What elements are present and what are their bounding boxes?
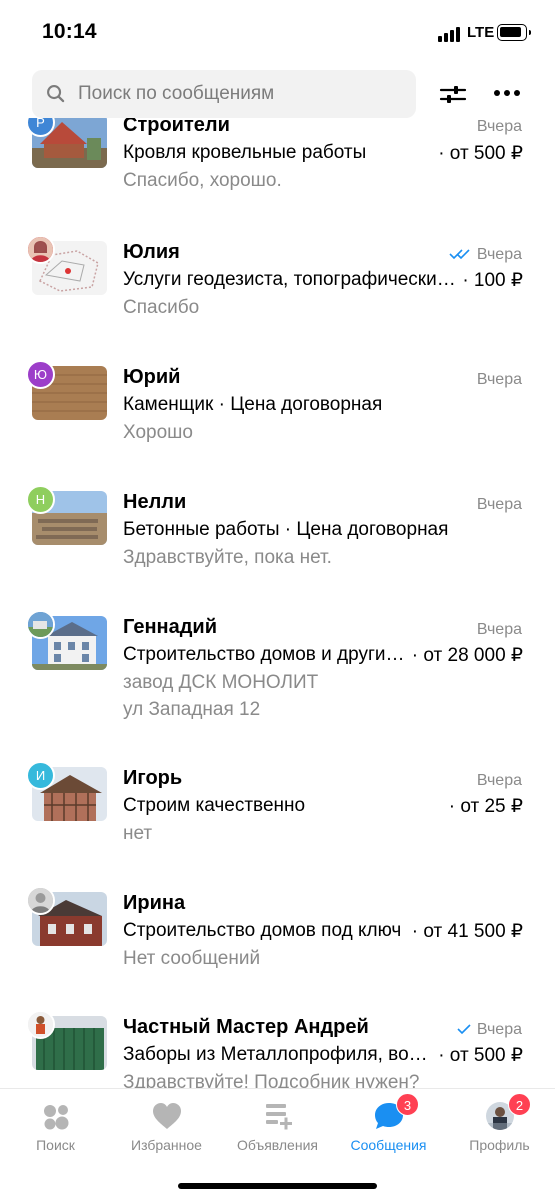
tab-search[interactable]: Поиск <box>0 1097 111 1161</box>
tab-favorites[interactable]: Избранное <box>111 1097 222 1161</box>
message-preview: завод ДСК МОНОЛИТ <box>123 672 319 693</box>
message-preview: Спасибо <box>123 297 200 318</box>
sliders-icon[interactable] <box>438 82 468 106</box>
sender-name: Юлия <box>123 241 180 263</box>
message-date: Вчера <box>457 1021 522 1039</box>
sender-name: Геннадий <box>123 616 218 638</box>
messages-counter-badge: 3 <box>396 1093 419 1116</box>
sender-name: Нелли <box>123 491 187 513</box>
listing-subject: Заборы из Металлопрофиля, ворота · от 500… <box>123 1044 523 1066</box>
check-icon <box>457 1024 471 1035</box>
avatar-badge: Ю <box>26 360 55 389</box>
status-bar: 10:14 LTE <box>0 0 555 62</box>
tab-messages[interactable]: 3 Сообщения <box>333 1093 444 1161</box>
avatar-badge <box>26 886 55 915</box>
message-date: Вчера <box>449 246 522 264</box>
heart-icon <box>152 1103 181 1129</box>
signal-icon <box>438 26 460 42</box>
avatar-badge <box>26 235 55 264</box>
search-icon <box>47 85 65 103</box>
listing-add-icon <box>265 1104 292 1130</box>
listing-subject: Каменщик · Цена договорная <box>123 394 383 415</box>
tab-label: Профиль <box>469 1137 530 1153</box>
battery-icon <box>497 24 531 41</box>
listing-subject: Строительство домов и других объектов· о… <box>123 644 523 666</box>
search-circles-icon <box>43 1105 68 1130</box>
message-preview: Спасибо, хорошо. <box>123 170 282 191</box>
profile-counter-badge: 2 <box>508 1093 531 1116</box>
message-preview: Хорошо <box>123 422 193 443</box>
tab-label: Объявления <box>237 1137 318 1153</box>
search-box[interactable] <box>32 70 416 118</box>
sender-name: Частный Мастер Андрей <box>123 1016 369 1038</box>
message-date: Вчера <box>476 621 522 638</box>
message-preview: Нет сообщений <box>123 948 261 969</box>
tab-listings[interactable]: Объявления <box>222 1097 333 1161</box>
message-date: Вчера <box>476 772 522 789</box>
tab-label: Сообщения <box>350 1137 427 1153</box>
avatar-badge <box>26 1010 55 1039</box>
message-date: Вчера <box>476 371 522 388</box>
listing-subject: Строительство домов под ключ · от 41 500 … <box>123 920 523 942</box>
avatar-badge: Н <box>26 485 55 514</box>
search-input[interactable] <box>78 70 408 118</box>
tab-label: Поиск <box>36 1137 75 1153</box>
listing-subject: Услуги геодезиста, топографические работ… <box>123 269 523 291</box>
avatar-badge <box>26 610 55 639</box>
sender-name: Ирина <box>123 892 186 914</box>
sender-name: Строители <box>123 118 230 136</box>
avatar-badge: И <box>26 761 55 790</box>
search-row <box>0 70 555 118</box>
double-check-icon <box>449 249 470 260</box>
message-preview: Здравствуйте! Подсобник нужен? <box>123 1072 420 1088</box>
sender-name: Юрий <box>123 366 181 388</box>
tab-label: Избранное <box>131 1137 202 1153</box>
message-preview: Здравствуйте, пока нет. <box>123 547 332 568</box>
message-preview-line2: ул Западная 12 <box>123 699 261 720</box>
message-preview: нет <box>123 823 153 844</box>
tab-profile[interactable]: 2 Профиль <box>444 1093 555 1161</box>
status-time: 10:14 <box>42 20 97 43</box>
home-indicator <box>178 1183 377 1189</box>
listing-subject: Строим качественно · от 25 ₽ <box>123 795 523 817</box>
network-type: LTE <box>467 24 495 41</box>
listing-subject: Кровля кровельные работы · от 500 ₽ <box>123 142 523 164</box>
more-dots-icon[interactable] <box>492 90 522 98</box>
message-date: Вчера <box>476 118 522 135</box>
conversation-list[interactable]: Р Строители Вчера Кровля кровельные рабо… <box>0 118 555 1088</box>
sender-name: Игорь <box>123 767 183 789</box>
message-date: Вчера <box>476 496 522 513</box>
listing-subject: Бетонные работы · Цена договорная <box>123 519 449 540</box>
